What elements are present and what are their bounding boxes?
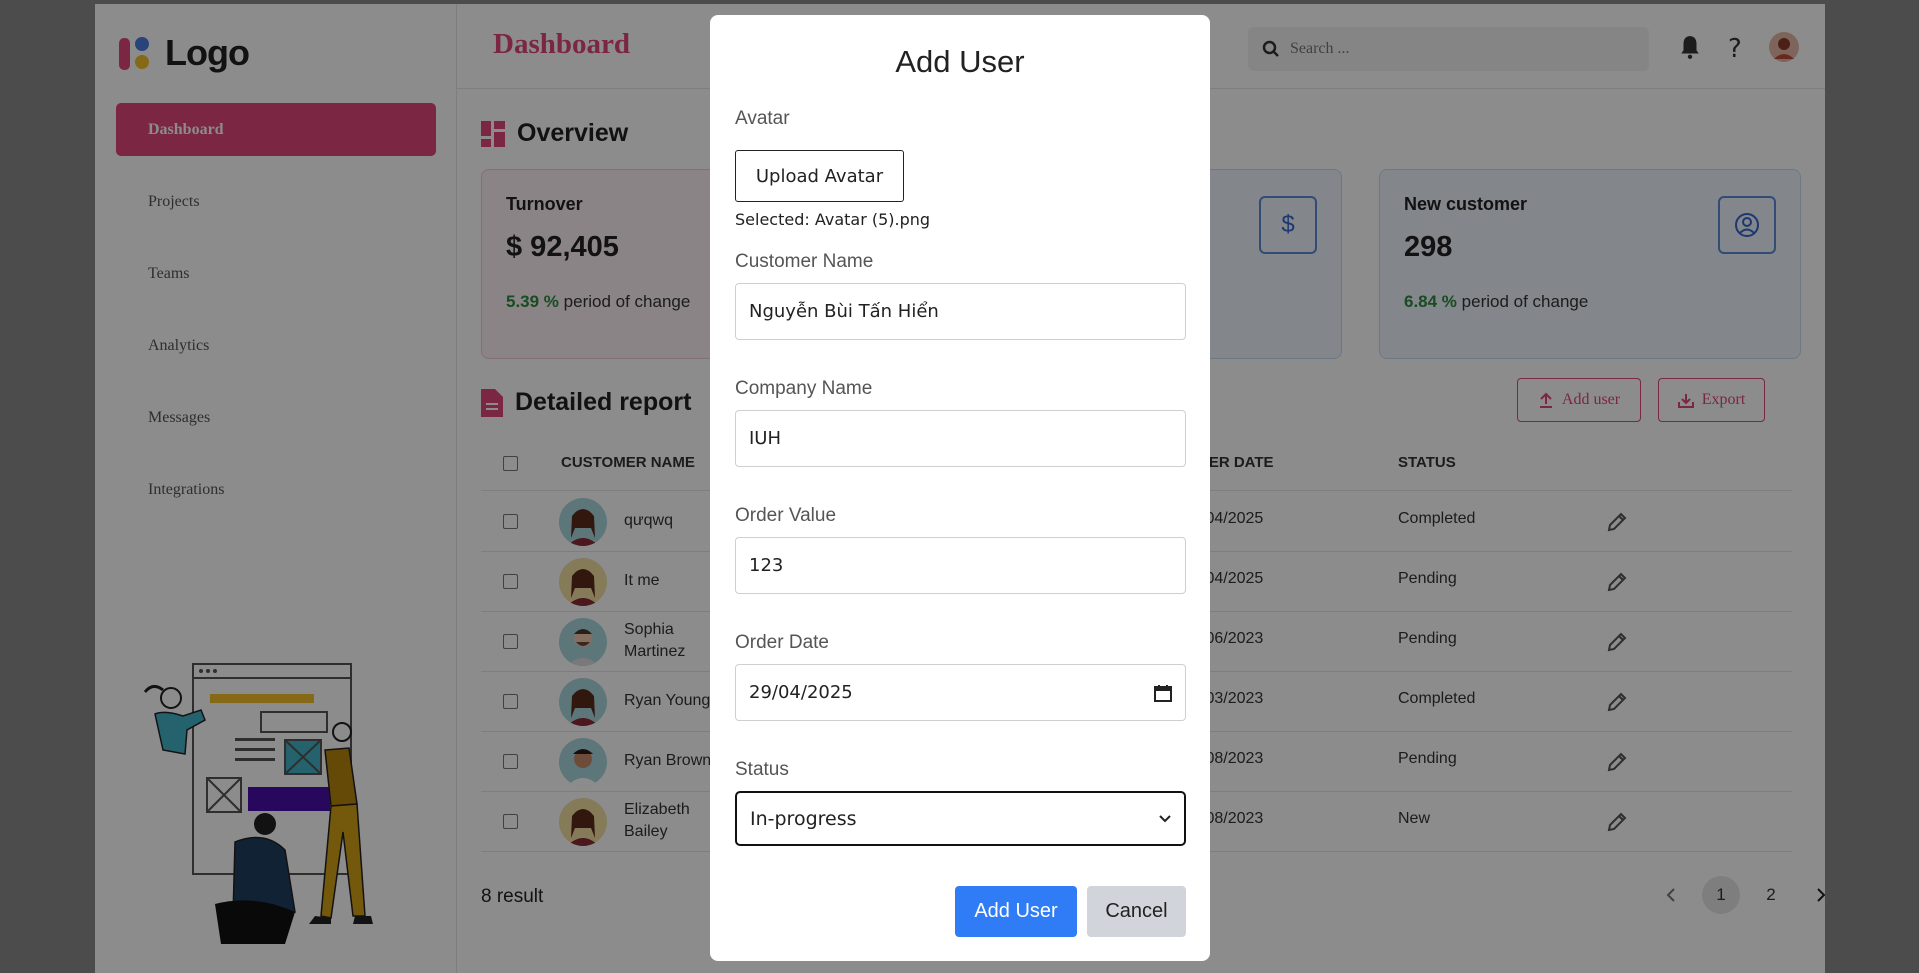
company-name-label: Company Name: [735, 378, 873, 399]
order-date-field[interactable]: 29/04/2025: [735, 664, 1186, 721]
order-date-label: Order Date: [735, 632, 829, 653]
add-user-submit-button[interactable]: Add User: [955, 886, 1077, 937]
company-name-value: IUH: [749, 428, 782, 449]
order-date-value: 29/04/2025: [749, 682, 853, 703]
add-user-modal: Add User Avatar Upload Avatar Selected: …: [710, 15, 1210, 961]
status-select-value: In-progress: [750, 807, 857, 830]
chevron-down-icon: [1159, 814, 1171, 822]
status-select[interactable]: In-progress: [735, 791, 1186, 846]
customer-name-label: Customer Name: [735, 251, 874, 272]
order-value-label: Order Value: [735, 505, 837, 526]
selected-file-text: Selected: Avatar (5).png: [735, 210, 931, 229]
customer-name-value: Nguyễn Bùi Tấn Hiển: [749, 301, 939, 322]
order-value-field[interactable]: 123: [735, 537, 1186, 594]
avatar-label: Avatar: [735, 108, 790, 129]
order-value-value: 123: [749, 555, 784, 576]
status-label: Status: [735, 759, 789, 780]
modal-title: Add User: [895, 44, 1025, 79]
customer-name-field[interactable]: Nguyễn Bùi Tấn Hiển: [735, 283, 1186, 340]
company-name-field[interactable]: IUH: [735, 410, 1186, 467]
calendar-icon[interactable]: [1154, 684, 1172, 702]
cancel-button[interactable]: Cancel: [1087, 886, 1186, 937]
upload-avatar-button[interactable]: Upload Avatar: [735, 150, 904, 202]
